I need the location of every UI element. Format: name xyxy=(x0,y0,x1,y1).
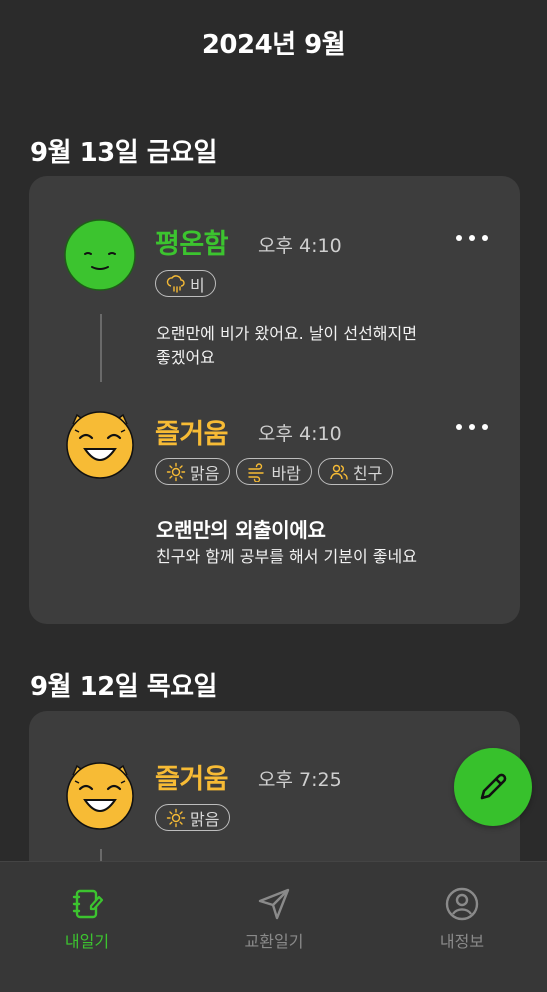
day-card: 평온함 오후 4:10 비 오랜만에 비가 왔어요. 날이 선선해지면 좋겠어요 xyxy=(29,176,520,624)
emotion-label: 즐거움 xyxy=(155,419,229,450)
timeline-line xyxy=(100,314,102,382)
tag-list: 맑음 xyxy=(155,804,231,831)
day-title: 9월 13일 금요일 xyxy=(30,138,217,168)
sun-icon xyxy=(166,808,186,827)
calm-face-icon xyxy=(64,219,136,291)
tag-chip: 바람 xyxy=(236,458,312,485)
entry-body: 오랜만에 비가 왔어요. 날이 선선해지면 좋겠어요 xyxy=(156,324,417,367)
write-diary-button[interactable] xyxy=(454,748,532,826)
tag-label: 친구 xyxy=(352,463,383,483)
entry-time: 오후 4:10 xyxy=(258,235,342,257)
friends-icon xyxy=(330,464,348,480)
tag-label: 맑음 xyxy=(190,463,220,483)
entry-time: 오후 7:25 xyxy=(258,769,342,791)
profile-icon xyxy=(445,887,479,921)
tag-chip: 비 xyxy=(155,270,216,297)
entry-title: 오랜만의 외출이에요 xyxy=(156,518,326,542)
tab-my-info[interactable]: 내정보 xyxy=(402,886,522,952)
tab-my-diary[interactable]: 내일기 xyxy=(27,886,147,952)
diary-icon xyxy=(72,889,104,919)
tab-label: 교환일기 xyxy=(244,932,304,951)
tag-label: 비 xyxy=(190,275,205,295)
tag-label: 맑음 xyxy=(190,809,220,829)
rain-cloud-icon xyxy=(166,274,185,293)
tab-label: 내정보 xyxy=(439,932,485,951)
more-options-button[interactable] xyxy=(456,233,488,243)
tag-list: 비 xyxy=(155,270,216,297)
joy-face-icon xyxy=(66,411,134,479)
tag-chip: 맑음 xyxy=(155,804,231,831)
more-options-button[interactable] xyxy=(456,422,488,432)
month-title: 2024년 9월 xyxy=(201,30,346,60)
tag-chip: 친구 xyxy=(317,458,394,485)
send-icon xyxy=(258,888,290,920)
emotion-label: 즐거움 xyxy=(155,764,229,795)
tag-chip: 맑음 xyxy=(155,458,231,485)
wind-icon xyxy=(248,462,265,482)
bottom-tab-bar: 내일기 교환일기 내정보 xyxy=(0,861,547,992)
tag-list: 맑음 바람 친구 xyxy=(155,458,394,485)
sun-icon xyxy=(166,462,186,481)
joy-face-icon xyxy=(66,762,134,830)
entry-body: 친구와 함께 공부를 해서 기분이 좋네요 xyxy=(156,547,417,566)
pencil-icon xyxy=(480,773,507,800)
tag-label: 바람 xyxy=(271,463,301,483)
day-title: 9월 12일 목요일 xyxy=(30,672,217,702)
tab-label: 내일기 xyxy=(64,932,110,951)
entry-time: 오후 4:10 xyxy=(258,423,342,445)
tab-exchange-diary[interactable]: 교환일기 xyxy=(214,886,334,952)
emotion-label: 평온함 xyxy=(155,229,229,260)
